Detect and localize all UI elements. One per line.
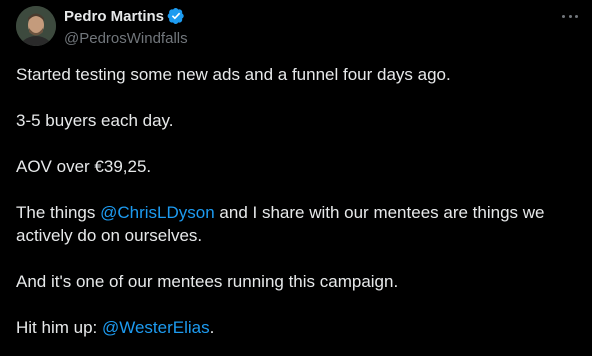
tweet-card: Pedro Martins @PedrosWindfalls Started t… xyxy=(0,0,592,356)
tweet-paragraph: The things @ChrisLDyson and I share with… xyxy=(16,201,576,247)
tweet-paragraph: AOV over €39,25. xyxy=(16,157,152,176)
tweet-paragraph: And it's one of our mentees running this… xyxy=(16,272,399,291)
tweet-paragraph: 3-5 buyers each day. xyxy=(16,111,174,130)
tweet-paragraph: Hit him up: @WesterElias. xyxy=(16,316,576,339)
more-horizontal-icon[interactable] xyxy=(562,12,578,20)
author-handle[interactable]: @PedrosWindfalls xyxy=(64,30,188,47)
verified-badge-icon xyxy=(167,7,184,25)
more-dot xyxy=(575,14,578,18)
tweet-text-segment: The things xyxy=(16,203,101,222)
mention-link-chrisldyson[interactable]: @ChrisLDyson xyxy=(100,203,215,222)
tweet-text-segment: Hit him up: xyxy=(16,318,102,337)
avatar-image xyxy=(16,6,56,46)
tweet-text-segment: . xyxy=(209,318,215,337)
avatar[interactable] xyxy=(16,6,56,46)
mention-link-westerelias[interactable]: @WesterElias xyxy=(102,318,210,337)
tweet-text: Started testing some new ads and a funne… xyxy=(16,63,576,356)
author-name-row: Pedro Martins xyxy=(64,7,185,25)
more-dot xyxy=(568,14,572,18)
tweet-paragraph: Started testing some new ads and a funne… xyxy=(16,65,451,84)
more-dot xyxy=(562,14,565,18)
author-display-name[interactable]: Pedro Martins xyxy=(64,8,164,25)
